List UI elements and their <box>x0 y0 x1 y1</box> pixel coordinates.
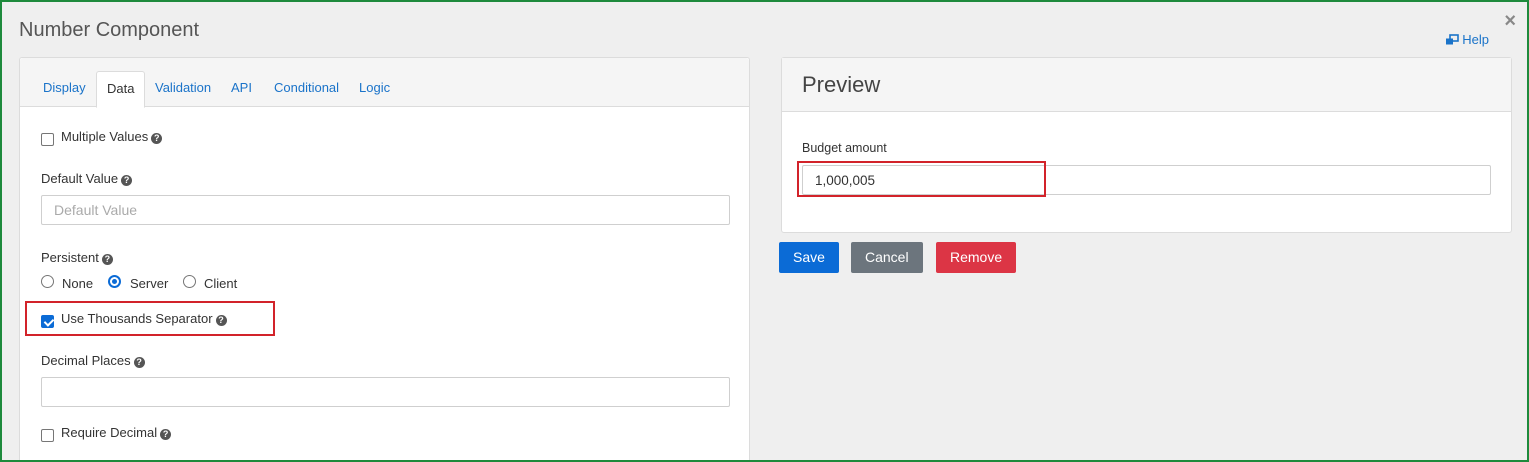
tab-display[interactable]: Display <box>33 71 96 108</box>
budget-amount-label: Budget amount <box>802 141 887 155</box>
external-link-icon <box>1445 33 1460 46</box>
save-button[interactable]: Save <box>779 242 839 273</box>
default-value-input[interactable] <box>41 195 730 225</box>
preview-header: Preview <box>782 58 1511 112</box>
tab-conditional[interactable]: Conditional <box>264 71 349 108</box>
thousands-separator-label: Use Thousands Separator? <box>61 311 227 326</box>
persistent-option-server: Server <box>130 276 169 291</box>
question-circle-icon: ? <box>121 175 133 186</box>
default-value-label: Default Value? <box>41 171 133 186</box>
remove-button[interactable]: Remove <box>936 242 1017 273</box>
tab-logic[interactable]: Logic <box>349 71 400 108</box>
persistent-radio-client[interactable] <box>183 275 196 288</box>
persistent-label: Persistent? <box>41 250 113 265</box>
component-dialog: Number Component × Help Display Data Val… <box>0 0 1529 462</box>
require-decimal-checkbox[interactable] <box>41 429 54 442</box>
question-circle-icon: ? <box>151 133 163 144</box>
question-circle-icon: ? <box>133 357 145 368</box>
multiple-values-label: Multiple Values? <box>61 129 163 144</box>
persistent-option-none: None <box>62 276 94 291</box>
decimal-places-label: Decimal Places? <box>41 353 145 368</box>
preview-panel: Preview Budget amount <box>781 57 1512 233</box>
preview-title: Preview <box>802 72 881 97</box>
tab-api[interactable]: API <box>221 71 262 108</box>
close-icon[interactable]: × <box>1504 11 1516 31</box>
persistent-radio-none[interactable] <box>41 275 54 288</box>
help-link[interactable]: Help <box>1445 32 1489 47</box>
multiple-values-checkbox[interactable] <box>41 133 54 146</box>
tab-validation[interactable]: Validation <box>145 71 221 108</box>
cancel-button[interactable]: Cancel <box>851 242 923 273</box>
require-decimal-label: Require Decimal? <box>61 425 172 440</box>
help-label: Help <box>1462 32 1489 47</box>
decimal-places-input[interactable] <box>41 377 730 407</box>
tab-data[interactable]: Data <box>96 71 146 108</box>
settings-panel: Display Data Validation API Conditional … <box>19 57 750 460</box>
question-circle-icon: ? <box>101 254 113 265</box>
persistent-option-client: Client <box>204 276 238 291</box>
persistent-radio-server[interactable] <box>108 275 121 288</box>
thousands-separator-checkbox[interactable] <box>41 315 54 328</box>
budget-amount-input[interactable] <box>802 165 1491 195</box>
question-circle-icon: ? <box>160 429 172 440</box>
tabs-bar: Display Data Validation API Conditional … <box>20 58 749 108</box>
question-circle-icon: ? <box>215 315 227 326</box>
dialog-title: Number Component <box>19 19 200 41</box>
